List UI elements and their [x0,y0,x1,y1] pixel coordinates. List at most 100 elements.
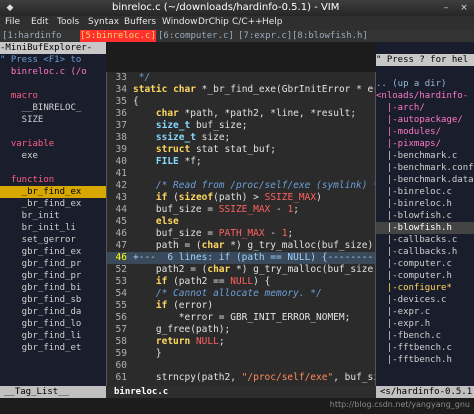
taglist-pane[interactable]: -MiniBufExplorer- " Press <F1> to binrel… [0,42,106,386]
menu-buffers[interactable]: Buffers [124,17,156,27]
explorer-line[interactable]: |-expr.c [376,306,474,318]
explorer-line[interactable]: |-configure* [376,282,474,294]
code-line[interactable]: 56 *error = GBR_INIT_ERROR_NOMEM; [107,312,375,324]
code-line[interactable]: 36 char *path, *path2, *line, *result; [107,108,375,120]
close-icon[interactable]: × [458,2,470,14]
file-explorer-pane[interactable]: " Press ? for hel .. (up a dir) <nloads/h… [376,42,474,386]
code-line[interactable]: 43 if (sizeof(path) > SSIZE_MAX) [107,192,375,204]
taglist-line[interactable] [0,162,106,174]
code-line[interactable]: 39 struct stat stat_buf; [107,144,375,156]
explorer-line[interactable]: |-binreloc.c [376,186,474,198]
code-line[interactable]: 53 if (path2 == NULL) { [107,276,375,288]
taglist-line[interactable]: gbr_find_sb [0,294,106,306]
taglist-line[interactable]: variable [0,138,106,150]
explorer-line[interactable]: |-devices.c [376,294,474,306]
explorer-line[interactable]: |-blowfish.c [376,210,474,222]
line-number: 39 [115,144,127,155]
menu-window[interactable]: Window [162,17,198,27]
explorer-line[interactable]: .. (up a dir) [376,78,474,90]
code-line[interactable]: 47 path = (char *) g_try_malloc(buf_size… [107,240,375,252]
explorer-line[interactable]: |-blowfish.h [376,222,474,234]
explorer-line[interactable]: |-binreloc.h [376,198,474,210]
explorer-line[interactable]: |-pixmaps/ [376,138,474,150]
taglist-line[interactable]: SIZE [0,114,106,126]
taglist-line[interactable] [0,78,106,90]
code-line[interactable]: 34 static char *_br_find_exe(GbrInitError… [107,84,375,96]
minibuf-explorer-label: -MiniBufExplorer- [0,42,106,54]
taglist-line[interactable]: set_gerror [0,234,106,246]
explorer-line[interactable]: |-callbacks.h [376,246,474,258]
code-line[interactable]: 61 strncpy(path2, "/proc/self/exe", buf_… [107,372,375,384]
code-line[interactable]: 54 /* Cannot allocate memory. */ [107,288,375,300]
taglist-line[interactable]: br_init [0,210,106,222]
buffer-tab-blowfish[interactable]: [8:blowfish.h] [292,30,368,42]
code-line[interactable]: 44 buf_size = SSIZE_MAX - 1; [107,204,375,216]
explorer-line[interactable]: |-callbacks.c [376,234,474,246]
menu-tools[interactable]: Tools [57,17,79,27]
line-number: 53 [115,276,127,287]
buffer-tab-binreloc[interactable]: [5:binreloc.c] [80,30,156,42]
code-text: } [133,348,162,359]
menu-help[interactable]: Help [262,17,283,27]
code-line[interactable]: 42 /* Read from /proc/self/exe (symlink)… [107,180,375,192]
code-line[interactable]: 59 } [107,348,375,360]
code-text: if (sizeof(path) > SSIZE_MAX) [155,192,322,203]
taglist-line[interactable] [0,126,106,138]
buffer-tab-hardinfo[interactable]: [1:hardinfo [2,30,62,42]
taglist-line[interactable]: gbr_find_bi [0,282,106,294]
menu-file[interactable]: File [5,17,20,27]
taglist-line[interactable]: gbr_find_li [0,330,106,342]
taglist-line[interactable]: binreloc.c (/o [0,66,106,78]
taglist-line[interactable]: gbr_find_lo [0,318,106,330]
explorer-line[interactable]: |-computer.h [376,270,474,282]
code-line[interactable]: 37 size_t buf_size; [107,120,375,132]
explorer-line[interactable]: |-fftbench.h [376,354,474,366]
code-line[interactable]: 57 g_free(path); [107,324,375,336]
menu-edit[interactable]: Edit [31,17,48,27]
code-editor-pane[interactable]: 33 */34 static char *_br_find_exe(GbrInit… [106,72,376,388]
code-fold-line[interactable]: 46 +--- 6 lines: if (path == NULL) {-----… [107,252,375,264]
code-line[interactable]: 55 if (error) [107,300,375,312]
explorer-line[interactable]: |-benchmark.conf [376,162,474,174]
taglist-line[interactable]: __BINRELOC_ [0,102,106,114]
taglist-line[interactable]: macro [0,90,106,102]
taglist-line[interactable]: gbr_find_pr [0,270,106,282]
explorer-line[interactable]: |-modules/ [376,126,474,138]
code-line[interactable]: 60 [107,360,375,372]
menu-drchip[interactable]: DrChip [198,17,229,27]
explorer-line[interactable]: |-fftbench.c [376,342,474,354]
buffer-tab-expr[interactable]: [7:expr.c] [238,30,292,42]
code-line[interactable]: 35 { [107,96,375,108]
taglist-line[interactable]: _br_find_ex [0,186,106,198]
explorer-line[interactable]: <nloads/hardinfo- [376,90,474,102]
taglist-line[interactable]: br_init_li [0,222,106,234]
code-line[interactable]: 46 buf_size = PATH_MAX - 1; [107,228,375,240]
menu-cpp[interactable]: C/C++ [232,17,263,27]
taglist-line[interactable]: gbr_find_et [0,342,106,354]
taglist-line[interactable]: gbr_find_ex [0,246,106,258]
menu-syntax[interactable]: Syntax [88,17,119,27]
code-line[interactable]: 41 [107,168,375,180]
code-line[interactable]: 45 else [107,216,375,228]
explorer-line[interactable]: |-fbench.c [376,330,474,342]
taglist-line[interactable]: gbr_find_pr [0,258,106,270]
explorer-line[interactable]: |-computer.c [376,258,474,270]
explorer-line[interactable]: |-expr.h [376,318,474,330]
explorer-line[interactable]: |-benchmark.c [376,150,474,162]
minimize-icon[interactable]: – [440,2,452,14]
taglist-line[interactable]: exe [0,150,106,162]
taglist-line[interactable]: _br_find_ex [0,198,106,210]
code-line[interactable]: 58 return NULL; [107,336,375,348]
explorer-line[interactable] [376,66,474,78]
explorer-line[interactable]: |-autopackage/ [376,114,474,126]
code-line[interactable]: 33 */ [107,72,375,84]
explorer-line[interactable]: |-benchmark.data [376,174,474,186]
code-line[interactable]: 52 path2 = (char *) g_try_malloc(buf_siz… [107,264,375,276]
code-line[interactable]: 38 ssize_t size; [107,132,375,144]
explorer-line[interactable]: |-arch/ [376,102,474,114]
app-icon: ◆ [6,3,14,13]
code-line[interactable]: 40 FILE *f; [107,156,375,168]
taglist-line[interactable]: function [0,174,106,186]
buffer-tab-computer[interactable]: [6:computer.c] [158,30,234,42]
taglist-line[interactable]: gbr_find_da [0,306,106,318]
